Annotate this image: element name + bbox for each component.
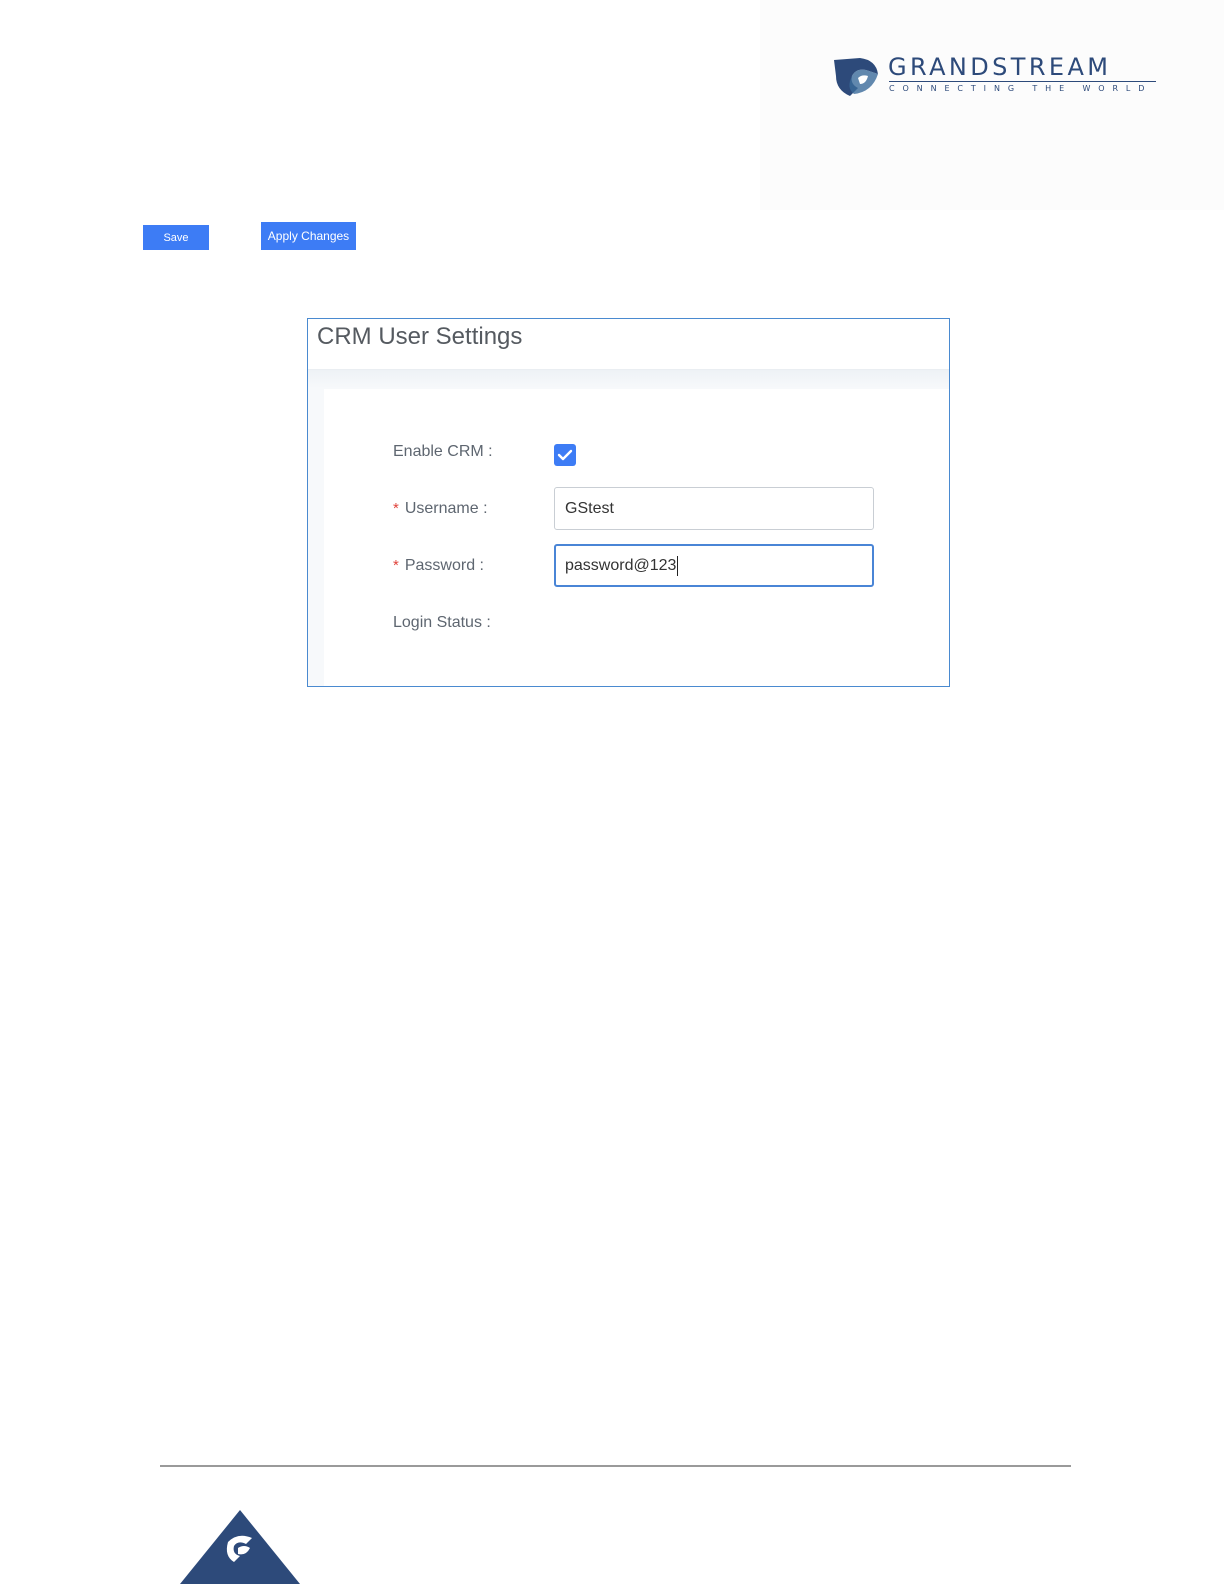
login-status-label: Login Status :	[393, 614, 491, 632]
brand-divider	[889, 81, 1156, 82]
grandstream-footer-icon	[180, 1510, 300, 1584]
required-marker: *	[393, 557, 399, 574]
label-colon: :	[488, 443, 493, 460]
text-cursor	[677, 555, 679, 576]
panel-title: CRM User Settings	[317, 323, 523, 350]
panel-header-shadow	[308, 370, 949, 388]
login-status-label-text: Login Status	[393, 614, 482, 631]
username-label: * Username :	[393, 500, 488, 518]
label-colon: :	[479, 557, 484, 574]
enable-crm-label: Enable CRM :	[393, 443, 493, 461]
footer-divider	[160, 1465, 1071, 1467]
password-input[interactable]: password@123	[554, 544, 874, 587]
username-value: GStest	[565, 500, 614, 517]
save-button[interactable]: Save	[143, 225, 209, 250]
grandstream-logo: GRANDSTREAM CONNECTING THE WORLD	[832, 52, 1162, 100]
password-label-text: Password	[404, 557, 476, 574]
password-value: password@123	[565, 557, 677, 574]
label-colon: :	[483, 500, 488, 517]
enable-crm-checkbox[interactable]	[554, 444, 576, 466]
header-background	[760, 0, 1224, 210]
brand-tagline: CONNECTING THE WORLD	[889, 84, 1153, 93]
brand-wordmark: GRANDSTREAM	[888, 53, 1112, 81]
required-marker: *	[393, 500, 399, 517]
grandstream-logo-icon	[834, 58, 878, 96]
panel-header: CRM User Settings	[308, 319, 949, 370]
password-label: * Password :	[393, 557, 484, 575]
enable-crm-label-text: Enable CRM	[393, 443, 484, 460]
label-colon: :	[486, 614, 491, 631]
username-input[interactable]: GStest	[554, 487, 874, 530]
crm-user-settings-panel: CRM User Settings Enable CRM : * Username…	[307, 318, 950, 687]
apply-changes-button[interactable]: Apply Changes	[261, 222, 356, 250]
check-icon	[557, 449, 573, 461]
username-label-text: Username	[404, 500, 479, 517]
panel-body: Enable CRM : * Username : GStest * Passwor…	[324, 389, 949, 686]
